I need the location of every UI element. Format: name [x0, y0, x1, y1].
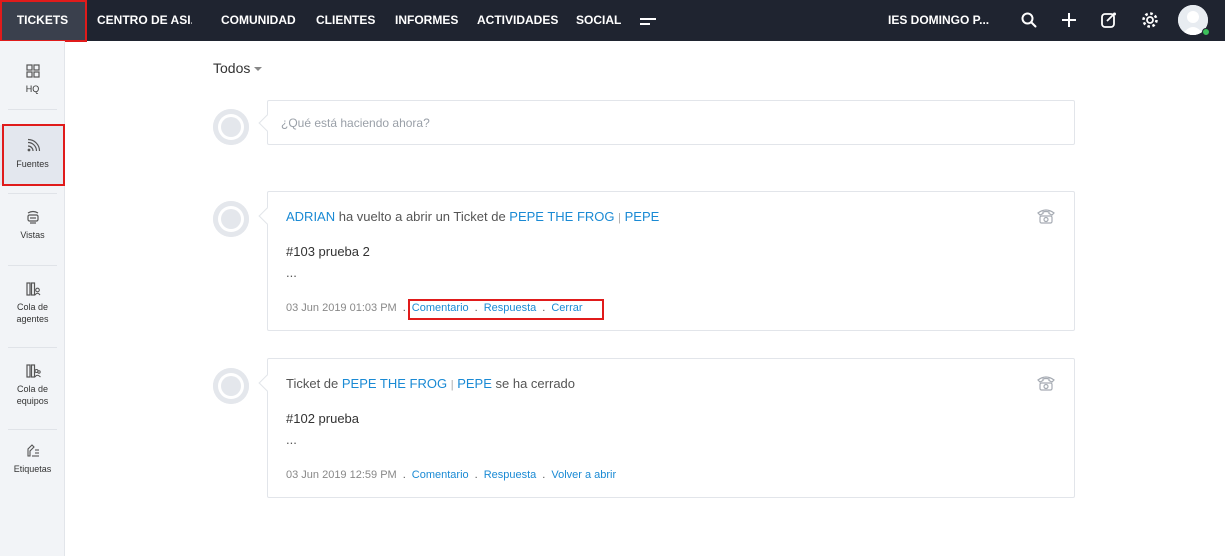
chevron-down-icon	[254, 67, 263, 72]
actor-link[interactable]: ADRIAN	[286, 209, 335, 224]
nav-tab-tickets[interactable]: TICKETS	[0, 0, 85, 41]
action-text: ha vuelto a abrir un Ticket de	[335, 209, 510, 224]
status-input[interactable]	[268, 101, 1074, 144]
comment-link[interactable]: Comentario	[412, 469, 469, 481]
reply-link[interactable]: Respuesta	[484, 302, 537, 314]
account-link[interactable]: PEPE	[457, 376, 492, 391]
online-status-indicator	[1202, 28, 1210, 36]
contact-link[interactable]: PEPE THE FROG	[342, 376, 447, 391]
views-icon	[25, 209, 41, 225]
ticket-title[interactable]: #103 prueba 2	[286, 244, 370, 259]
feed-icon	[25, 138, 41, 154]
comment-link[interactable]: Comentario	[412, 302, 469, 314]
sidebar-item-label: Fuentes	[16, 159, 49, 169]
sidebar-item-label: Cola de agentes	[16, 302, 49, 324]
suffix-text: se ha cerrado	[491, 376, 576, 391]
sidebar-item-label: Vistas	[20, 230, 45, 240]
separator: |	[618, 212, 621, 224]
plus-icon[interactable]	[1059, 10, 1079, 30]
compose-icon[interactable]	[1099, 10, 1119, 30]
card-footer: 03 Jun 2019 01:03 PM. Comentario. Respuest…	[286, 302, 583, 314]
ticket-title[interactable]: #102 prueba	[286, 411, 359, 426]
timestamp: 03 Jun 2019 01:03 PM	[286, 302, 397, 314]
sidebar-divider	[8, 265, 57, 266]
sidebar-divider	[8, 429, 57, 430]
nav-tab-centro-de-asistencia[interactable]: CENTRO DE ASI...	[97, 0, 192, 41]
sidebar-item-label: Etiquetas	[13, 464, 52, 474]
sidebar-divider	[8, 193, 57, 194]
sidebar-divider	[8, 347, 57, 348]
sidebar-item-cola-de-agentes[interactable]: Cola de agentes	[0, 281, 65, 325]
close-link[interactable]: Cerrar	[551, 302, 582, 314]
card-footer: 03 Jun 2019 12:59 PM. Comentario. Respuest…	[286, 469, 617, 481]
ticket-excerpt: ...	[286, 432, 297, 447]
current-user-avatar	[213, 109, 249, 145]
top-navigation-bar: TICKETS CENTRO DE ASI... COMUNIDAD CLIEN…	[0, 0, 1225, 41]
card-pointer	[258, 207, 276, 225]
gear-icon[interactable]	[1140, 10, 1160, 30]
sidebar-item-etiquetas[interactable]: Etiquetas	[0, 443, 65, 475]
agent-queue-icon	[25, 281, 41, 297]
nav-tab-actividades[interactable]: ACTIVIDADES	[477, 0, 558, 41]
reopen-link[interactable]: Volver a abrir	[551, 469, 616, 481]
separator: |	[450, 379, 454, 391]
left-sidebar: HQ Fuentes Vistas Cola de agentes Cola d…	[0, 41, 65, 556]
post-author-avatar	[213, 201, 249, 237]
nav-tab-informes[interactable]: INFORMES	[395, 0, 458, 41]
nav-tab-comunidad[interactable]: COMUNIDAD	[221, 0, 296, 41]
team-queue-icon	[25, 363, 41, 379]
feed-card: Ticket de PEPE THE FROG | PEPE se ha cer…	[258, 358, 1075, 498]
nav-tab-clientes[interactable]: CLIENTES	[316, 0, 375, 41]
contact-link[interactable]: PEPE THE FROG	[509, 209, 614, 224]
sidebar-item-vistas[interactable]: Vistas	[0, 209, 65, 241]
more-menu-icon[interactable]	[640, 16, 656, 26]
sidebar-divider	[8, 109, 57, 110]
account-link[interactable]: PEPE	[625, 209, 660, 224]
prefix-text: Ticket de	[286, 376, 342, 391]
card-pointer	[258, 374, 276, 392]
organization-switcher[interactable]: IES DOMINGO P...	[888, 0, 989, 41]
ticket-excerpt: ...	[286, 265, 297, 280]
sidebar-item-cola-de-equipos[interactable]: Cola de equipos	[0, 363, 65, 407]
feed-card: ADRIAN ha vuelto a abrir un Ticket de PE…	[258, 191, 1075, 331]
tag-icon	[25, 443, 41, 459]
card-headline: Ticket de PEPE THE FROG | PEPE se ha cer…	[286, 376, 575, 391]
phone-channel-icon	[1036, 207, 1056, 225]
sidebar-item-fuentes[interactable]: Fuentes	[0, 125, 65, 185]
reply-link[interactable]: Respuesta	[484, 469, 537, 481]
sidebar-item-label: HQ	[25, 84, 40, 94]
nav-tab-social[interactable]: SOCIAL	[576, 0, 621, 41]
card-headline: ADRIAN ha vuelto a abrir un Ticket de PE…	[286, 209, 659, 224]
timestamp: 03 Jun 2019 12:59 PM	[286, 469, 397, 481]
feed-filter-label: Todos	[213, 60, 251, 76]
search-icon[interactable]	[1019, 10, 1039, 30]
post-author-avatar	[213, 368, 249, 404]
grid-icon	[25, 63, 41, 79]
sidebar-item-label: Cola de equipos	[16, 384, 49, 406]
phone-channel-icon	[1036, 374, 1056, 392]
feed-filter-dropdown[interactable]: Todos	[213, 60, 263, 76]
sidebar-item-hq[interactable]: HQ	[0, 63, 65, 95]
status-compose-box	[258, 100, 1075, 145]
